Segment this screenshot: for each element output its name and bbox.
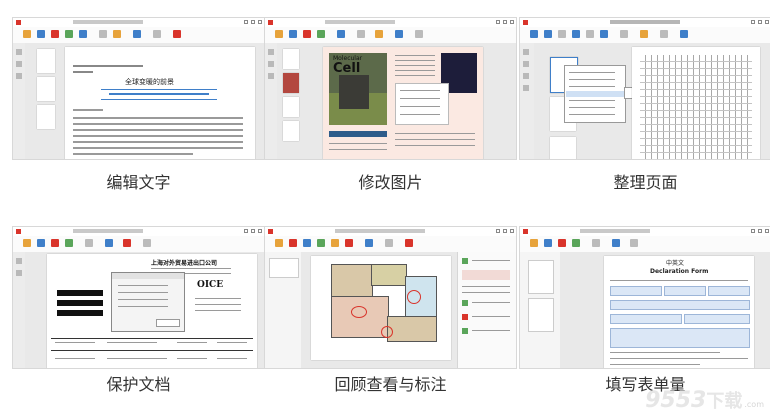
app-logo-icon: [268, 229, 273, 234]
ribbon-toolbar: [265, 27, 516, 44]
document-canvas: 全球变暖的前景: [25, 43, 264, 159]
document-page: [632, 47, 760, 159]
document-page: 上海对外贸易进出口公司 OICE: [47, 254, 257, 368]
form-field[interactable]: [708, 286, 750, 296]
close-icon: [258, 20, 262, 24]
cover-image[interactable]: Molecular Cell: [329, 53, 387, 125]
page-thumbnail[interactable]: [550, 137, 576, 159]
document-page: 全球变暖的前景: [65, 47, 255, 159]
watermark-domain: .com: [744, 400, 764, 409]
annotation-mark[interactable]: [351, 306, 367, 318]
ribbon-toolbar: [13, 27, 264, 44]
document-word: OICE: [197, 280, 224, 290]
form-field[interactable]: [664, 286, 706, 296]
form-field[interactable]: [610, 300, 750, 310]
form-field[interactable]: [610, 286, 662, 296]
form-title: Declaration Form: [650, 268, 709, 275]
context-menu[interactable]: [564, 65, 626, 123]
form-field[interactable]: [610, 314, 682, 324]
app-logo-icon: [523, 229, 528, 234]
comments-panel[interactable]: [457, 252, 516, 368]
watermark-suffix: 下载: [706, 391, 743, 412]
app-logo-icon: [268, 20, 273, 25]
maximize-icon: [251, 20, 255, 24]
selected-subtitle[interactable]: [101, 89, 217, 100]
company-name: 上海对外贸易进出口公司: [151, 260, 218, 267]
document-heading[interactable]: 全球变暖的前景: [125, 77, 174, 87]
screenshot-fill-forms: 中英文 Declaration Form: [519, 226, 770, 369]
feature-caption: 回顾查看与标注: [334, 375, 447, 394]
app-logo-icon: [523, 20, 528, 25]
ok-button[interactable]: [156, 319, 180, 327]
feature-caption: 整理页面: [613, 173, 678, 192]
screenshot-protect-document: 上海对外贸易进出口公司 OICE: [12, 226, 265, 369]
feature-caption: 保护文档: [106, 375, 171, 394]
redaction-bar: [57, 300, 103, 306]
app-logo-icon: [16, 20, 21, 25]
watermark-number: 9553: [645, 388, 707, 413]
document-page: Molecular Cell: [323, 47, 483, 159]
context-menu[interactable]: [395, 83, 449, 125]
annotation-mark[interactable]: [407, 290, 421, 304]
site-watermark: 9553下载 .com: [645, 387, 764, 413]
form-textarea[interactable]: [610, 328, 750, 348]
security-dialog[interactable]: [111, 272, 185, 332]
form-page: 中英文 Declaration Form: [604, 256, 754, 368]
minimize-icon: [244, 20, 248, 24]
floor-plan[interactable]: [311, 256, 451, 360]
screenshot-edit-image: Molecular Cell: [264, 17, 517, 160]
feature-caption: 修改图片: [358, 173, 423, 192]
app-logo-icon: [16, 229, 21, 234]
form-field[interactable]: [684, 314, 750, 324]
screenshot-organize-pages: [519, 17, 770, 160]
annotation-mark[interactable]: [381, 326, 393, 338]
screenshot-review-annotate: [264, 226, 517, 369]
feature-caption: 编辑文字: [106, 173, 171, 192]
redaction-bar: [57, 290, 103, 296]
screenshot-edit-text: 全球变暖的前景: [12, 17, 265, 160]
redaction-bar: [57, 310, 103, 316]
form-heading: 中英文: [666, 260, 685, 267]
